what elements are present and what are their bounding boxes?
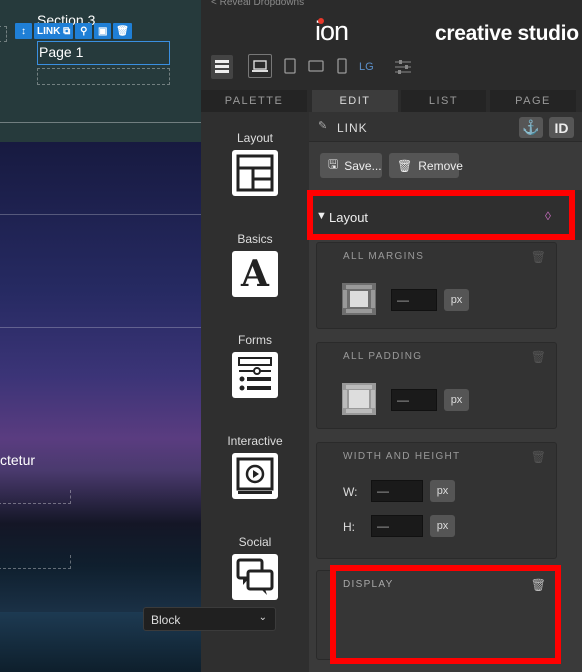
laptop-icon: [252, 60, 268, 72]
guide-box: [0, 26, 7, 42]
palette-label: Forms: [238, 333, 272, 347]
height-input[interactable]: —: [371, 515, 423, 537]
display-select-value: Block: [151, 613, 181, 627]
tablet-landscape-view-button[interactable]: [307, 57, 325, 78]
remove-button[interactable]: 🗑 Remove: [389, 153, 463, 178]
margins-card: ALL MARGINS 🗑 — px: [316, 242, 557, 329]
divider: [0, 122, 201, 123]
phone-view-button[interactable]: [336, 57, 348, 78]
anchor-button[interactable]: ⚓: [519, 117, 543, 138]
save-button[interactable]: 🖫 Save...: [320, 153, 382, 178]
sliders-icon: [395, 60, 411, 74]
palette-sidebar: Layout Basics A Forms Interactive Social: [201, 112, 309, 672]
pin-icon[interactable]: ⚲: [75, 23, 93, 39]
lg-view-button[interactable]: LG: [359, 61, 374, 73]
element-title: LINK: [337, 121, 368, 135]
ion-studio-panel: < Reveal Dropdowns ion creative studio L…: [201, 0, 582, 672]
page-canvas[interactable]: Section 3 ↕ LINK ⧉ ⚲ ▣ 🗑 Page 1 ctetur: [0, 0, 201, 672]
tablet-view-button[interactable]: [283, 57, 297, 78]
form-icon: [232, 352, 278, 398]
display-select[interactable]: Block ⌄: [143, 607, 276, 631]
card-title: WIDTH AND HEIGHT: [343, 451, 461, 462]
divider: [0, 327, 201, 328]
link-text: Page 1: [39, 44, 84, 60]
brand-title: creative studio: [435, 22, 579, 45]
palette-label: Layout: [236, 131, 274, 145]
height-unit-select[interactable]: px: [430, 515, 455, 537]
tab-edit[interactable]: EDIT: [312, 90, 398, 112]
tablet-landscape-icon: [308, 60, 324, 72]
pencil-icon: ✎: [318, 120, 328, 132]
width-input[interactable]: —: [371, 480, 423, 502]
palette-item-layout[interactable]: Layout: [201, 131, 309, 196]
device-toolbar: LG: [201, 50, 582, 84]
highlight-frame-layout: [307, 190, 575, 240]
palette-item-basics[interactable]: Basics A: [201, 232, 309, 297]
card-title: ALL MARGINS: [343, 251, 425, 262]
guide-box: [0, 555, 71, 569]
play-icon: [232, 453, 278, 499]
height-label: H:: [343, 520, 355, 534]
padding-card: ALL PADDING 🗑 — px: [316, 342, 557, 429]
settings-sliders-button[interactable]: [394, 59, 412, 78]
sort-icon[interactable]: ↕: [15, 23, 32, 39]
margin-unit-select[interactable]: px: [444, 289, 469, 311]
panel-tabs: PALETTE EDIT LIST PAGE: [201, 90, 582, 112]
logo-dot: [318, 18, 324, 24]
trash-icon[interactable]: 🗑: [531, 250, 546, 264]
padding-unit-select[interactable]: px: [444, 389, 469, 411]
letter-a-icon: A: [232, 251, 278, 297]
link-tag-label: LINK: [37, 25, 61, 37]
palette-label: Basics: [237, 232, 273, 246]
layout-icon: [232, 150, 278, 196]
palette-label: Social: [238, 535, 272, 549]
chat-bubbles-icon: [232, 554, 278, 600]
highlight-frame-display: [330, 565, 561, 664]
ion-logo: ion: [315, 16, 349, 47]
template-icon[interactable]: ▣: [94, 23, 112, 39]
margin-value-input[interactable]: —: [391, 289, 437, 311]
hero-image: [0, 142, 201, 672]
save-label: Save...: [344, 158, 382, 173]
tab-list[interactable]: LIST: [401, 90, 486, 112]
palette-item-social[interactable]: Social: [201, 535, 309, 600]
margin-box-icon: [342, 283, 376, 315]
reveal-dropdowns-link[interactable]: < Reveal Dropdowns: [211, 0, 304, 8]
panel-layout-button[interactable]: [211, 55, 233, 79]
remove-label: Remove: [418, 158, 463, 173]
tab-page[interactable]: PAGE: [490, 90, 576, 112]
size-card: WIDTH AND HEIGHT 🗑 W: — px H: — px: [316, 442, 557, 559]
palette-label: Interactive: [227, 434, 283, 448]
trash-icon[interactable]: 🗑: [531, 450, 546, 464]
width-unit-select[interactable]: px: [430, 480, 455, 502]
trash-icon[interactable]: 🗑: [113, 23, 132, 39]
link-toolbar: ↕ LINK ⧉ ⚲ ▣ 🗑: [15, 23, 132, 39]
floppy-icon: 🖫: [328, 157, 339, 171]
trash-icon: 🗑: [397, 158, 413, 173]
divider: [0, 214, 201, 215]
element-header: ✎ LINK ⚓ ID: [309, 112, 582, 142]
id-button[interactable]: ID: [549, 117, 574, 138]
card-title: ALL PADDING: [343, 351, 423, 362]
tab-palette[interactable]: PALETTE: [201, 90, 307, 112]
desktop-view-button[interactable]: [248, 54, 272, 78]
anchor-icon: ⚓: [522, 119, 540, 135]
phone-icon: [337, 58, 347, 74]
selected-link-page-1[interactable]: Page 1: [37, 41, 170, 65]
guide-box: [37, 68, 170, 85]
padding-box-icon: [342, 383, 376, 415]
body-text: ctetur: [0, 452, 36, 468]
tablet-icon: [284, 58, 296, 74]
trash-icon[interactable]: 🗑: [531, 350, 546, 364]
width-label: W:: [343, 485, 358, 499]
link-tag-button[interactable]: LINK ⧉: [34, 23, 74, 39]
padding-value-input[interactable]: —: [391, 389, 437, 411]
guide-box: [0, 490, 71, 504]
palette-item-interactive[interactable]: Interactive: [201, 434, 309, 499]
panel-layout-icon: [215, 60, 229, 73]
chevron-down-icon: ⌄: [258, 612, 267, 623]
palette-item-forms[interactable]: Forms: [201, 333, 309, 398]
